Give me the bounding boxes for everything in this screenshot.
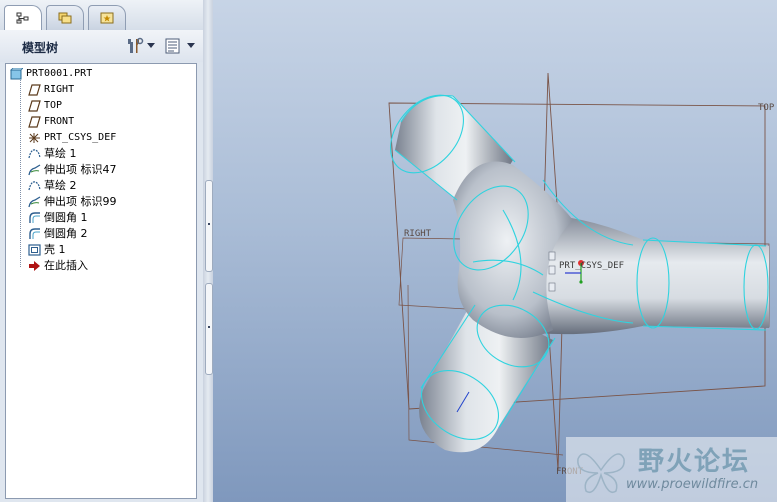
tree-item-label: 伸出项 标识99 — [44, 195, 117, 208]
datum-label-top: TOP — [758, 103, 775, 113]
panel-title: 模型树 — [22, 41, 59, 55]
datum-plane-icon — [28, 84, 41, 96]
extrude-icon — [28, 164, 41, 176]
chevron-down-icon — [187, 43, 195, 48]
tree-settings-icon — [128, 37, 144, 53]
model-tree: PRT0001.PRT RIGHT TOP FRONT PRT_CSYS_DEF — [5, 63, 197, 499]
tree-connector — [20, 80, 21, 267]
csys-icon — [29, 133, 40, 143]
tree-item-label: RIGHT — [44, 84, 75, 95]
tab-model-tree[interactable] — [4, 5, 42, 31]
favorites-star-icon — [100, 12, 114, 24]
tree-item-label: 倒圆角 2 — [44, 227, 88, 240]
tree-item-label: 草绘 1 — [44, 147, 77, 160]
datum-plane-icon — [28, 116, 41, 128]
butterfly-logo-icon — [577, 453, 625, 493]
forum-watermark: 野火论坛 www.proewildfire.cn — [566, 437, 777, 502]
graphics-viewport[interactable]: TOP RIGHT PRT_CSYS_DEF FRONT — [213, 0, 777, 502]
extrude-icon — [28, 196, 41, 208]
tree-item-label: 伸出项 标识47 — [44, 163, 117, 176]
tree-icon — [16, 12, 29, 24]
datum-label-csys: PRT_CSYS_DEF — [559, 261, 624, 271]
tree-item-label: 在此插入 — [44, 259, 88, 272]
panel-splitter[interactable] — [203, 0, 213, 502]
watermark-url: www.proewildfire.cn — [626, 477, 759, 492]
tree-item-label: PRT0001.PRT — [26, 68, 93, 79]
panel-header: 模型树 — [0, 30, 203, 62]
splitter-grip[interactable] — [205, 180, 213, 272]
datum-plane-icon — [28, 100, 41, 112]
tree-item-label: FRONT — [44, 116, 75, 127]
watermark-title: 野火论坛 — [638, 447, 751, 477]
folders-icon — [58, 12, 72, 24]
splitter-grip[interactable] — [205, 283, 213, 375]
navigator-panel: 模型树 PRT0001.PRT RIGHT TOP FRONT PRT_CSYS… — [0, 0, 204, 502]
tree-item-label: PRT_CSYS_DEF — [44, 132, 117, 143]
tree-item-label: 草绘 2 — [44, 179, 77, 192]
tree-show-button[interactable] — [163, 37, 195, 55]
insert-here-arrow-icon — [29, 261, 40, 271]
shell-icon — [28, 244, 41, 256]
tab-folders[interactable] — [46, 5, 84, 30]
tree-item-label: 倒圆角 1 — [44, 211, 88, 224]
sketch-icon — [28, 181, 41, 191]
sketch-icon — [28, 149, 41, 159]
tab-favorites[interactable] — [88, 5, 126, 30]
show-list-icon — [165, 38, 180, 54]
round-icon — [29, 228, 40, 239]
tree-item-label: 壳 1 — [44, 243, 66, 256]
model-scene: TOP RIGHT PRT_CSYS_DEF FRONT — [388, 72, 775, 477]
navigator-tab-strip — [0, 0, 203, 31]
tree-settings-button[interactable] — [125, 37, 155, 55]
round-icon — [29, 212, 40, 223]
tree-item-label: TOP — [44, 100, 63, 111]
datum-label-right: RIGHT — [404, 229, 432, 239]
chevron-down-icon — [147, 43, 155, 48]
part-icon — [10, 68, 23, 80]
